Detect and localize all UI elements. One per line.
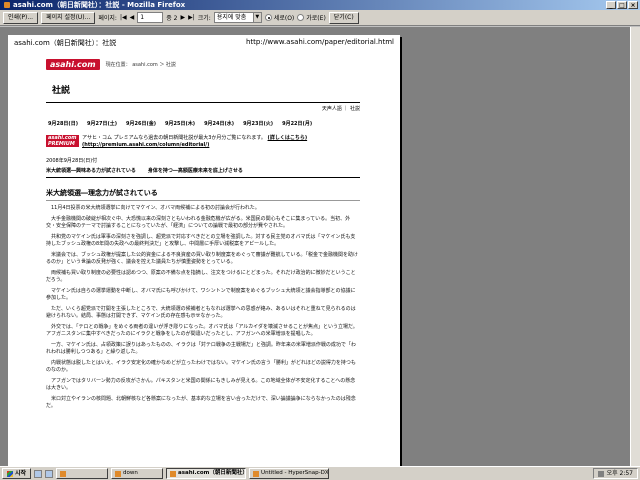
quick-launch-icon[interactable]: [45, 469, 54, 478]
page-header-url: http://www.asahi.com/paper/editorial.htm…: [245, 38, 394, 46]
radio-selected-icon: [264, 14, 272, 21]
landscape-radio[interactable]: 가로(E): [297, 13, 326, 22]
headline-item: 身体を持つ―高額医療未来を底上げさせる: [147, 168, 243, 174]
page-header-title: asahi.com（朝日新聞社）：社説: [14, 39, 117, 47]
previous-page-icon[interactable]: ◀: [130, 14, 135, 21]
chevron-down-icon: ▼: [252, 13, 261, 22]
date-tab: 9月28日(日): [48, 121, 79, 127]
premium-logo: asahi.com PREMIUM: [46, 135, 79, 147]
firefox-icon: [4, 2, 10, 8]
firefox-icon: [170, 470, 177, 477]
article-paragraph: 米ロ対立やイランの核問題、北朝鮮核など各懸案になったが、基本的な立場を言い合った…: [46, 396, 356, 409]
article-paragraph: アフガンではタリバーン勢力の反攻がさかん。パキスタンと米国の関係にもきしみが見え…: [46, 378, 356, 391]
premium-notice: アサヒ・コム プレミアムなら過去の朝日新聞社説が最大3か月分ご覧になれます。 (…: [82, 135, 360, 149]
breadcrumb: 現在位置： asahi.com ＞ 社説: [105, 61, 176, 68]
article-paragraph: マケイン氏は自らの選挙運動を中断し、オバマ氏にも呼びかけて、ワシントンで制度案を…: [46, 288, 356, 301]
date-tab: 9月24日(水): [204, 121, 235, 127]
folder-icon: [115, 470, 122, 477]
last-page-icon[interactable]: ▶|: [188, 14, 195, 21]
page-label: 페이지:: [98, 15, 117, 22]
site-header: asahi.com 現在位置： asahi.com ＞ 社説: [46, 53, 360, 75]
asahi-logo: asahi.com: [46, 58, 100, 70]
article-paragraph: 両候補も買い取り制度の必要性は認めつつ、原案の不備な点を指摘し、注文をつけるにと…: [46, 270, 356, 283]
taskbar-item-down[interactable]: down: [111, 468, 164, 479]
premium-box: asahi.com PREMIUM アサヒ・コム プレミアムなら過去の朝日新聞社…: [46, 133, 360, 151]
page-total: 중 2: [166, 15, 178, 22]
date-tab: 9月25日(木): [165, 121, 196, 127]
headline-list: 米大統領選―興味ある力が試されている 身体を持つ―高額医療未来を底上げさせる: [46, 167, 360, 178]
first-page-icon[interactable]: |◀: [120, 14, 127, 21]
article-paragraph: 米議会では、ブッシュ政権が提案した公的資金による不良資産の買い取り制度案をめぐっ…: [46, 252, 358, 265]
article-date: 2008年9月28日(日)付: [46, 158, 98, 164]
article-paragraph: 内戦状態は脱したとはいえ、イラク安定化の確かなめどが立ったわけではない。マケイン…: [46, 360, 356, 373]
print-button[interactable]: 인쇄(P)...: [3, 11, 39, 24]
taskbar-item-firefox[interactable]: asahi.com（朝日新聞社）：: [166, 468, 247, 479]
system-tray: 오후 2:57: [592, 468, 638, 479]
quick-launch-icon[interactable]: [34, 469, 43, 478]
windows-flag-icon: [7, 470, 13, 477]
print-preview-area[interactable]: asahi.com（朝日新聞社）：社説 http://www.asahi.com…: [0, 27, 640, 466]
start-button[interactable]: 시작: [2, 468, 32, 479]
date-tab: 9月23日(火): [243, 121, 274, 127]
scale-select[interactable]: 용지에 맞춤 ▼: [213, 12, 262, 23]
window-icon: [60, 470, 67, 477]
page-content: asahi.com 現在位置： asahi.com ＞ 社説 社説 天声人語 ｜…: [46, 53, 360, 414]
date-tab: 9月22日(月): [282, 121, 313, 127]
date-tabs: 9月28日(日) 9月27日(土) 9月26日(金) 9月25日(木) 9月24…: [46, 114, 360, 133]
minimize-button[interactable]: _: [606, 1, 616, 9]
taskbar-item-blank[interactable]: [56, 468, 109, 479]
print-preview-toolbar: 인쇄(P)... 페이지 설정(U)... 페이지: |◀ ◀ 1 중 2 ▶ …: [0, 10, 640, 26]
article-paragraph: 外交では、「テロとの戦争」をめぐる両者の違いが浮き彫りになった。オバマ氏は「アル…: [46, 324, 358, 337]
portrait-label: 세로(O): [273, 15, 295, 22]
headline-item: 米大統領選―興味ある力が試されている: [46, 168, 136, 174]
close-window-button[interactable]: ×: [628, 1, 638, 9]
start-label: 시작: [15, 470, 27, 477]
window-title-bar[interactable]: asahi.com（朝日新聞社）：社説 - Mozilla Firefox _ …: [0, 0, 640, 10]
landscape-label: 가로(E): [306, 15, 326, 22]
section-title: 社説: [52, 86, 71, 96]
scale-label: 크기:: [197, 15, 211, 22]
article-paragraph: ただ、いくら超党派で打開を主張したところで、大統領選の候補者ともなれば選挙への思…: [46, 306, 356, 319]
date-tab: 9月26日(金): [126, 121, 157, 127]
taskbar: 시작 down asahi.com（朝日新聞社）： Untitled - Hyp…: [0, 466, 640, 480]
maximize-button[interactable]: □: [617, 1, 627, 9]
radio-unselected-icon: [297, 14, 305, 21]
next-page-icon[interactable]: ▶: [180, 14, 185, 21]
article-paragraph: 一方、マケイン氏は、占領政策に誤りはあったものの、イラクは「対テロ戦争の主戦場だ…: [46, 342, 356, 355]
hypersnap-icon: [253, 470, 260, 477]
portrait-radio[interactable]: 세로(O): [264, 13, 295, 22]
date-tab: 9月27日(土): [87, 121, 118, 127]
preview-page: asahi.com（朝日新聞社）：社説 http://www.asahi.com…: [8, 35, 400, 466]
window-title: asahi.com（朝日新聞社）：社説 - Mozilla Firefox: [13, 1, 186, 9]
article-paragraph: 共和党のマケイン氏は軍事の深刻さを強調し、超党派で対応すべきだとの立場を強調した…: [46, 234, 356, 247]
page-setup-button[interactable]: 페이지 설정(U)...: [41, 11, 96, 24]
scale-value: 용지에 맞춤: [216, 14, 247, 21]
article-paragraph: 11月4日投票の米大統領選挙に向けてマケイン、オバマ両候補による初の討論会が行わ…: [51, 205, 260, 211]
speaker-icon[interactable]: [597, 470, 604, 477]
vertical-scrollbar[interactable]: [630, 27, 640, 466]
column-links: 天声人語 ｜ 社説: [321, 106, 360, 112]
page-number-input[interactable]: 1: [137, 12, 164, 23]
close-preview-button[interactable]: 닫기(C): [328, 11, 359, 24]
window-controls: _ □ ×: [606, 1, 638, 9]
premium-text: アサヒ・コム プレミアムなら過去の朝日新聞社説が最大3か月分ご覧になれます。: [82, 135, 266, 141]
article-title: 米大統領選―理念力が試されている: [46, 188, 360, 201]
article-paragraph: 大手金融機関の破綻が相次ぐ中、大恐慌以来の深刻さともいわれる金融危機が広がる。米…: [46, 216, 351, 229]
article-body: 11月4日投票の米大統領選挙に向けてマケイン、オバマ両候補による初の討論会が行わ…: [46, 205, 360, 410]
clock: 오후 2:57: [606, 470, 633, 477]
taskbar-item-hypersnap[interactable]: Untitled - HyperSnap-DX: [249, 468, 330, 479]
